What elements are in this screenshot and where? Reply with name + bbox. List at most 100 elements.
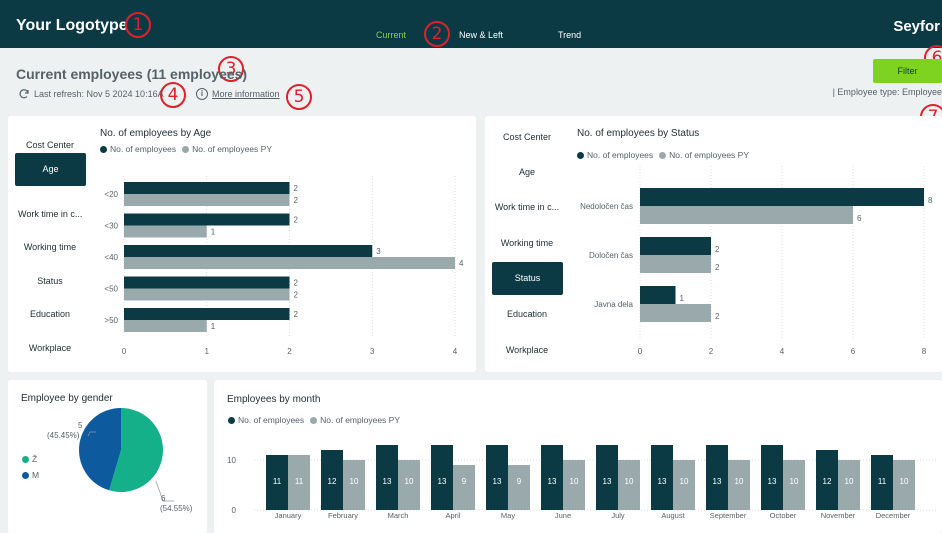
bar-value-label: 12	[823, 477, 832, 486]
bar-value-label: 10	[790, 477, 799, 486]
x-tick-label: 4	[780, 347, 785, 356]
x-tick-label: April	[445, 511, 460, 520]
bar-value-label: 2	[715, 245, 720, 254]
bar-value-label: 11	[295, 477, 304, 486]
bar-current	[640, 237, 711, 255]
bar-value-label: 2	[294, 291, 299, 300]
bar-value-label: 2	[294, 184, 299, 193]
gender-card: Employee by gender Ž M 6 (54.55%) 5 (45.45%…	[8, 380, 207, 533]
bar-value-label: 9	[517, 477, 522, 486]
bar-value-label: 4	[459, 259, 464, 268]
bar-current	[124, 245, 373, 257]
bar-value-label: 10	[350, 477, 359, 486]
x-tick-label: August	[661, 511, 685, 520]
bar-value-label: 3	[376, 247, 381, 256]
logo: Your Logotype	[16, 17, 128, 34]
x-tick-label: 1	[205, 347, 210, 356]
bar-previous	[508, 465, 530, 510]
bar-previous	[124, 288, 290, 301]
bar-previous	[453, 465, 475, 510]
month-card: Employees by month No. of employees No. …	[214, 380, 942, 533]
bar-current	[124, 213, 290, 226]
y-tick-label: 0	[232, 506, 237, 515]
bar-value-label: 12	[328, 477, 337, 486]
annotation-marker-1: 1	[125, 12, 151, 38]
bar-value-label: 2	[294, 310, 299, 319]
more-info[interactable]: i More information	[196, 88, 280, 100]
brand-logo: Seyfor	[893, 18, 940, 35]
more-information-link[interactable]: More information	[212, 89, 280, 99]
bar-value-label: 2	[715, 263, 720, 272]
x-tick-label: October	[770, 511, 797, 520]
x-tick-label: February	[328, 511, 358, 520]
x-tick-label: 0	[122, 347, 127, 356]
bar-value-label: 13	[493, 477, 502, 486]
x-tick-label: July	[611, 511, 625, 520]
x-tick-label: September	[710, 511, 747, 520]
info-icon: i	[196, 88, 208, 100]
bar-value-label: 8	[928, 196, 933, 205]
bar-value-label: 13	[548, 477, 557, 486]
bar-current	[124, 308, 290, 320]
bar-value-label: 1	[211, 322, 216, 331]
bar-value-label: 13	[603, 477, 612, 486]
x-tick-label: 4	[453, 347, 458, 356]
category-label: <30	[104, 222, 118, 231]
tab-trend[interactable]: Trend	[558, 30, 581, 40]
category-label: <40	[104, 253, 118, 262]
x-tick-label: 6	[851, 347, 856, 356]
bar-value-label: 10	[845, 477, 854, 486]
bar-value-label: 10	[405, 477, 414, 486]
bar-value-label: 10	[570, 477, 579, 486]
bar-value-label: 13	[768, 477, 777, 486]
bar-value-label: 13	[658, 477, 667, 486]
bar-value-label: 2	[294, 216, 299, 225]
pie-percent-label: (45.45%)	[47, 431, 80, 440]
bar-value-label: 13	[438, 477, 447, 486]
x-tick-label: May	[501, 511, 515, 520]
pie-value-label: 6	[161, 494, 166, 503]
bar-value-label: 6	[857, 214, 862, 223]
bar-value-label: 13	[713, 477, 722, 486]
refresh-icon[interactable]	[18, 88, 30, 100]
y-tick-label: 10	[227, 456, 236, 465]
bar-value-label: 11	[273, 477, 282, 486]
gender-pie-chart: 6(54.55%) 5(45.45%)	[47, 408, 193, 513]
bar-current	[124, 182, 290, 194]
bar-value-label: 2	[294, 196, 299, 205]
category-label: Nedoločen čas	[580, 202, 633, 211]
bar-value-label: 2	[715, 312, 720, 321]
x-tick-label: 3	[370, 347, 375, 356]
bar-current	[640, 188, 924, 206]
x-tick-label: January	[275, 511, 302, 520]
bar-value-label: 10	[625, 477, 634, 486]
category-label: Javna dela	[594, 300, 633, 309]
bar-value-label: 10	[900, 477, 909, 486]
status-bar-chart: 0 2 4 6 8 Nedoločen čas 8 6 Določen čas 2 2 Javna d…	[580, 166, 933, 356]
refresh-row: Last refresh: Nov 5 2024 10:16A	[18, 88, 164, 100]
tab-current[interactable]: Current	[376, 30, 406, 40]
category-label: <50	[104, 285, 118, 294]
age-card: Cost Center Age Work time in c... Workin…	[8, 116, 476, 372]
filter-summary: | Employee type: Employee	[832, 87, 942, 97]
x-tick-label: December	[876, 511, 911, 520]
bar-value-label: 10	[735, 477, 744, 486]
bar-previous	[124, 257, 455, 269]
tab-new-left[interactable]: New & Left	[459, 30, 503, 40]
annotation-marker-2: 2	[424, 21, 450, 47]
bar-value-label: 2	[294, 279, 299, 288]
refresh-text: Last refresh: Nov 5 2024 10:16A	[34, 89, 164, 99]
bar-value-label: 9	[462, 477, 467, 486]
bar-current	[124, 276, 290, 289]
month-bar-chart: 0 10 11 11 January 12 10 February 13 10 March 13 9 Ap…	[227, 445, 936, 520]
x-tick-label: November	[821, 511, 856, 520]
bar-previous	[124, 320, 207, 332]
bar-previous	[640, 304, 711, 322]
age-bar-chart: 0 1 2 3 4 <20 2 2 <30 2 1 <40 3 4 <50 2 2 >50 2 1	[104, 176, 464, 356]
filter-button[interactable]: Filter	[873, 59, 942, 83]
pie-percent-label: (54.55%)	[160, 504, 193, 513]
bar-previous	[640, 206, 853, 224]
bar-value-label: 10	[680, 477, 689, 486]
category-label: Določen čas	[589, 251, 633, 260]
pie-value-label: 5	[78, 421, 83, 430]
